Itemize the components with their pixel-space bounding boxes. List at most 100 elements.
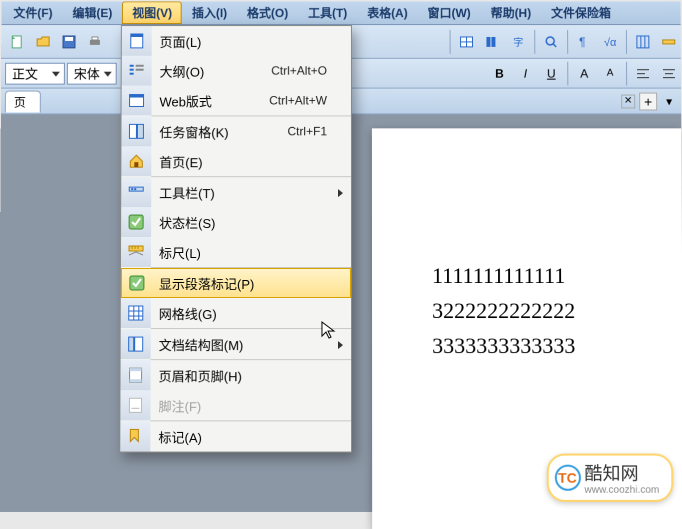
text-line: 3333333333333 [432, 328, 682, 363]
text-line: 1111111111111 [432, 258, 682, 293]
menu-item-shortcut: Ctrl+F1 [287, 124, 351, 138]
menu-table[interactable]: 表格(A) [357, 1, 417, 24]
separator [450, 30, 451, 54]
submenu-arrow-icon [338, 189, 343, 197]
open-icon[interactable] [31, 30, 55, 54]
cursor-icon [320, 320, 340, 340]
menu-window[interactable]: 窗口(W) [418, 1, 481, 24]
menu-item-label: 工具栏(T) [151, 183, 351, 202]
ruler-icon [121, 237, 151, 267]
menu-item-label: 显示段落标记(P) [151, 273, 350, 292]
watermark-logo-icon: TC [554, 465, 580, 491]
menu-item[interactable]: 标记(A) [120, 421, 351, 451]
menu-item[interactable]: 工具栏(T) [121, 177, 351, 207]
app-window: 文件(F) 编辑(E) 视图(V) 插入(I) 格式(O) 工具(T) 表格(A… [0, 1, 682, 512]
headerfooter-icon [120, 360, 150, 390]
menu-item-label: 页眉和页脚(H) [151, 366, 351, 385]
tab-label: 页 [14, 93, 26, 110]
save-icon[interactable] [57, 30, 81, 54]
new-tab-icon[interactable]: + [639, 92, 657, 110]
watermark: TC 酷知网 www.coozhi.com [546, 454, 673, 502]
show-marks-icon[interactable]: ¶ [572, 30, 596, 54]
view-dropdown: 页面(L)大纲(O)Ctrl+Alt+OWeb版式Ctrl+Alt+W任务窗格(… [119, 25, 352, 452]
menu-safebox[interactable]: 文件保险箱 [541, 1, 621, 24]
new-doc-icon[interactable] [5, 30, 29, 54]
watermark-url: www.coozhi.com [585, 486, 660, 496]
home-icon [121, 146, 151, 176]
separator [626, 61, 627, 85]
menu-item-label: 标记(A) [150, 427, 351, 446]
character-icon[interactable]: 字 [506, 30, 530, 54]
check-icon [121, 207, 151, 237]
svg-text:¶: ¶ [579, 34, 585, 48]
menu-insert[interactable]: 插入(I) [182, 1, 237, 24]
menu-item-label: 大纲(O) [152, 61, 272, 80]
table-icon[interactable] [455, 30, 479, 54]
font-combo[interactable]: 宋体 [67, 62, 117, 84]
menu-help[interactable]: 帮助(H) [481, 1, 541, 24]
menu-view[interactable]: 视图(V) [122, 1, 182, 24]
menu-item[interactable]: 文档结构图(M) [121, 329, 351, 359]
ruler-icon[interactable] [657, 30, 681, 54]
align-center-icon[interactable] [657, 61, 681, 85]
menu-item-label: 标尺(L) [151, 243, 351, 262]
menubar: 文件(F) 编辑(E) 视图(V) 插入(I) 格式(O) 工具(T) 表格(A… [1, 1, 680, 25]
separator [567, 30, 568, 54]
web-icon [122, 86, 152, 116]
separator [626, 30, 627, 54]
outline-icon [122, 56, 152, 86]
menu-item[interactable]: 页眉和页脚(H) [120, 360, 351, 390]
menu-item[interactable]: 页面(L) [122, 26, 351, 56]
menu-item-label: 任务窗格(K) [151, 122, 287, 141]
columns-icon[interactable] [480, 30, 504, 54]
menu-item[interactable]: 大纲(O)Ctrl+Alt+O [122, 56, 351, 86]
menu-edit[interactable]: 编辑(E) [62, 1, 122, 24]
text-line: 3222222222222 [432, 293, 682, 328]
check-icon [122, 269, 151, 297]
doc-tab[interactable]: 页 [5, 90, 41, 112]
menu-item[interactable]: 显示段落标记(P) [121, 268, 351, 298]
taskpane-icon [121, 116, 151, 146]
menu-item[interactable]: 网格线(G) [121, 298, 351, 328]
separator [534, 30, 535, 54]
menu-item[interactable]: 状态栏(S) [121, 207, 351, 237]
svg-text:字: 字 [513, 35, 523, 48]
watermark-text: 酷知网 [584, 464, 638, 484]
formula-icon[interactable]: √α [598, 30, 622, 54]
menu-item-shortcut: Ctrl+Alt+O [271, 64, 351, 78]
menu-item: 脚注(F) [120, 390, 351, 420]
page-icon [122, 26, 152, 56]
separator [567, 61, 568, 85]
grid-icon[interactable] [631, 30, 655, 54]
grid-icon [121, 298, 151, 328]
mark-icon [120, 421, 150, 451]
menu-format[interactable]: 格式(O) [237, 1, 298, 24]
find-icon[interactable] [539, 30, 563, 54]
menu-item[interactable]: 标尺(L) [121, 237, 351, 267]
menu-item[interactable]: Web版式Ctrl+Alt+W [122, 86, 351, 116]
underline-icon[interactable]: U [539, 61, 563, 85]
submenu-arrow-icon [338, 341, 343, 349]
menu-item[interactable]: 首页(E) [121, 146, 351, 176]
bold-icon[interactable]: B [488, 61, 512, 85]
menu-item-label: 页面(L) [152, 32, 351, 51]
close-tab-icon[interactable]: ✕ [621, 94, 635, 108]
italic-icon[interactable]: I [513, 61, 537, 85]
font-grow-icon[interactable]: A [572, 61, 596, 85]
menu-item-shortcut: Ctrl+Alt+W [269, 94, 351, 108]
svg-text:√α: √α [604, 36, 617, 48]
menu-item[interactable]: 任务窗格(K)Ctrl+F1 [121, 116, 351, 146]
structure-icon [121, 329, 151, 359]
tab-menu-icon[interactable]: ▾ [657, 89, 681, 113]
align-left-icon[interactable] [631, 61, 655, 85]
menu-file[interactable]: 文件(F) [3, 1, 62, 24]
menu-item-label: 状态栏(S) [151, 213, 351, 232]
menu-item-label: 首页(E) [151, 152, 351, 171]
footnote-icon [120, 390, 150, 420]
style-combo[interactable]: 正文 [5, 62, 65, 84]
menu-item-label: 脚注(F) [150, 396, 351, 415]
menu-item-label: Web版式 [151, 91, 269, 110]
print-icon[interactable] [83, 30, 107, 54]
menu-tools[interactable]: 工具(T) [298, 1, 357, 24]
font-shrink-icon[interactable]: A [598, 61, 622, 85]
